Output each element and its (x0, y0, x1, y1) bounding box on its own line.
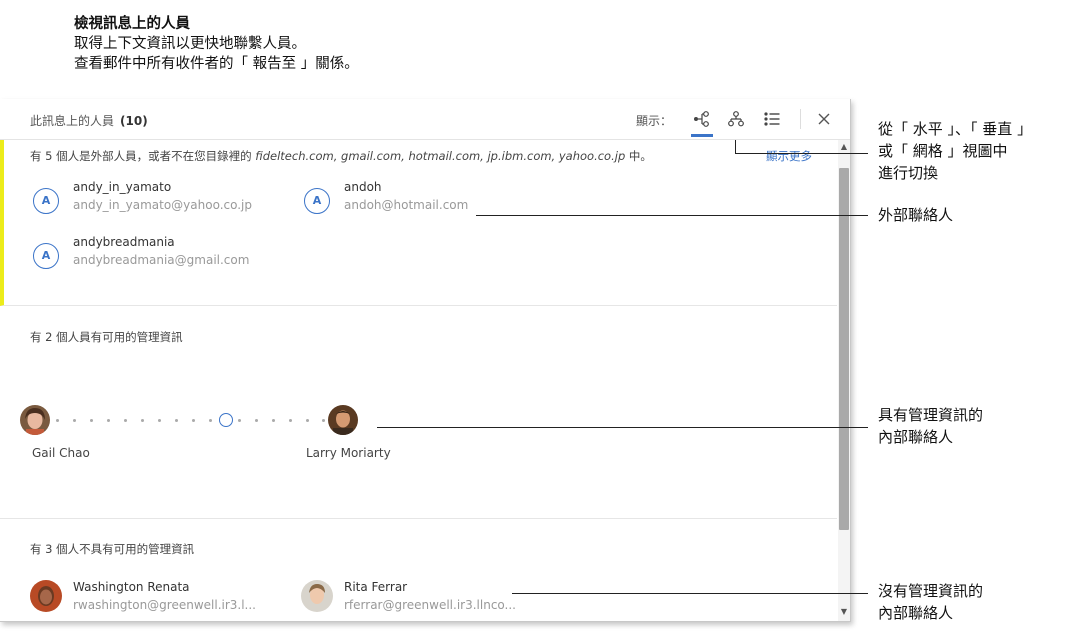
person-photo[interactable] (328, 405, 358, 435)
avatar-initial: A (33, 188, 59, 214)
callout-managed: 具有管理資訊的 內部聯絡人 (878, 404, 983, 448)
callout-line-external (476, 215, 868, 216)
external-note: 有 5 個人是外部人員，或者不在您目錄裡的 fideltech.com, gma… (30, 148, 652, 164)
chain-dot (56, 419, 59, 422)
chain-dot (90, 419, 93, 422)
person-name: Washington Renata (73, 580, 190, 594)
chain-dot (124, 419, 127, 422)
callout-managed-line-2: 內部聯絡人 (878, 428, 954, 446)
person-name: Gail Chao (32, 446, 90, 460)
manager-node[interactable] (219, 413, 233, 427)
panel-title-text: 此訊息上的人員 (30, 114, 115, 128)
chain-dot (209, 419, 212, 422)
chain-dot (322, 419, 325, 422)
person-email: andy_in_yamato@yahoo.co.jp (73, 198, 253, 212)
managed-section: 有 2 個人員有可用的管理資訊 Gail Chao Larry Moriarty (0, 306, 837, 519)
callout-switch-line-1: 從「 水平 」、「 垂直 」 (878, 120, 1033, 138)
person-photo (30, 580, 62, 612)
person-email: andoh@hotmail.com (344, 198, 469, 212)
list-view-icon (764, 112, 780, 126)
external-note-suffix: 中。 (628, 149, 652, 163)
callout-line-switch-vertical (735, 140, 736, 154)
external-domains: fideltech.com, gmail.com, hotmail.com, j… (255, 149, 626, 163)
view-label: 顯示： (636, 114, 673, 128)
external-note-prefix: 有 5 個人是外部人員，或者不在您目錄裡的 (30, 149, 252, 163)
unmanaged-section: 有 3 個人不具有可用的管理資訊 Washington Renata rwash… (0, 518, 837, 621)
callout-switch: 從「 水平 」、「 垂直 」 或「 網格 」視圖中 進行切換 (878, 118, 1032, 184)
panel-header: 此訊息上的人員 (10) 顯示： (0, 99, 850, 140)
header-divider (800, 109, 801, 129)
chain-dot (272, 419, 275, 422)
callout-line-switch (735, 153, 868, 154)
person-name: Larry Moriarty (306, 446, 391, 460)
vertical-scrollbar[interactable]: ▲ ▼ (838, 140, 850, 621)
scroll-up-arrow-icon[interactable]: ▲ (838, 140, 850, 154)
vertical-view-button[interactable] (723, 107, 749, 133)
person-name: andybreadmania (73, 235, 175, 249)
chain-dot (175, 419, 178, 422)
avatar-initial: A (33, 243, 59, 269)
panel-title: 此訊息上的人員 (10) (30, 112, 148, 129)
person-name: andoh (344, 180, 382, 194)
chain-dot (306, 419, 309, 422)
scroll-down-arrow-icon[interactable]: ▼ (838, 605, 850, 619)
grid-view-button[interactable] (759, 107, 785, 133)
callout-managed-line-1: 具有管理資訊的 (878, 406, 984, 424)
person-name: andy_in_yamato (73, 180, 172, 194)
unmanaged-title: 有 3 個人不具有可用的管理資訊 (30, 542, 195, 556)
person-name: Rita Ferrar (344, 580, 408, 594)
show-more-link[interactable]: 顯示更多 (766, 148, 812, 164)
intro-line-1: 取得上下文資訊以更快地聯繫人員。 (74, 36, 306, 52)
callout-line-unmanaged (512, 593, 868, 594)
chain-dot (141, 419, 144, 422)
intro-line-2: 查看郵件中所有收件者的「 報告至 」關係。 (74, 56, 359, 72)
panel-content: 有 5 個人是外部人員，或者不在您目錄裡的 fideltech.com, gma… (0, 140, 837, 621)
people-count: (10) (120, 114, 148, 128)
scrollbar-thumb[interactable] (839, 168, 849, 530)
chain-dot (255, 419, 258, 422)
horizontal-view-button[interactable] (689, 107, 715, 137)
avatar (301, 580, 333, 612)
chain-dot (73, 419, 76, 422)
chain-dot (158, 419, 161, 422)
people-panel: 此訊息上的人員 (10) 顯示： 有 5 個人是外部人員，或者不在您目錄裡的 f… (0, 99, 851, 622)
close-icon (818, 113, 830, 125)
intro-title: 檢視訊息上的人員 (74, 16, 190, 32)
callout-switch-line-3: 進行切換 (878, 164, 939, 182)
callout-line-managed (377, 427, 868, 428)
managed-title: 有 2 個人員有可用的管理資訊 (30, 330, 183, 344)
horizontal-tree-icon (694, 111, 709, 127)
person-photo[interactable] (20, 405, 50, 435)
chain-dot (192, 419, 195, 422)
person-photo (301, 580, 333, 612)
intro: 檢視訊息上的人員 取得上下文資訊以更快地聯繫人員。 查看郵件中所有收件者的「 報… (74, 14, 359, 74)
chain-dot (238, 419, 241, 422)
avatar (30, 580, 62, 612)
chain-dot (289, 419, 292, 422)
external-section: 有 5 個人是外部人員，或者不在您目錄裡的 fideltech.com, gma… (0, 140, 837, 306)
close-button[interactable] (814, 109, 834, 129)
chain-dot (107, 419, 110, 422)
callout-unmanaged: 沒有管理資訊的 內部聯絡人 (878, 580, 983, 624)
callout-switch-line-2: 或「 網格 」視圖中 (878, 142, 1008, 160)
avatar (328, 405, 358, 435)
callout-unmanaged-line-2: 內部聯絡人 (878, 604, 954, 622)
person-email: rwashington@greenwell.ir3.l... (73, 598, 256, 612)
avatar-initial: A (304, 188, 330, 214)
person-email: andybreadmania@gmail.com (73, 253, 250, 267)
callout-external: 外部聯絡人 (878, 206, 954, 224)
vertical-tree-icon (728, 111, 744, 127)
person-email: rferrar@greenwell.ir3.llnco... (344, 598, 516, 612)
avatar (20, 405, 50, 435)
callout-unmanaged-line-1: 沒有管理資訊的 (878, 582, 984, 600)
